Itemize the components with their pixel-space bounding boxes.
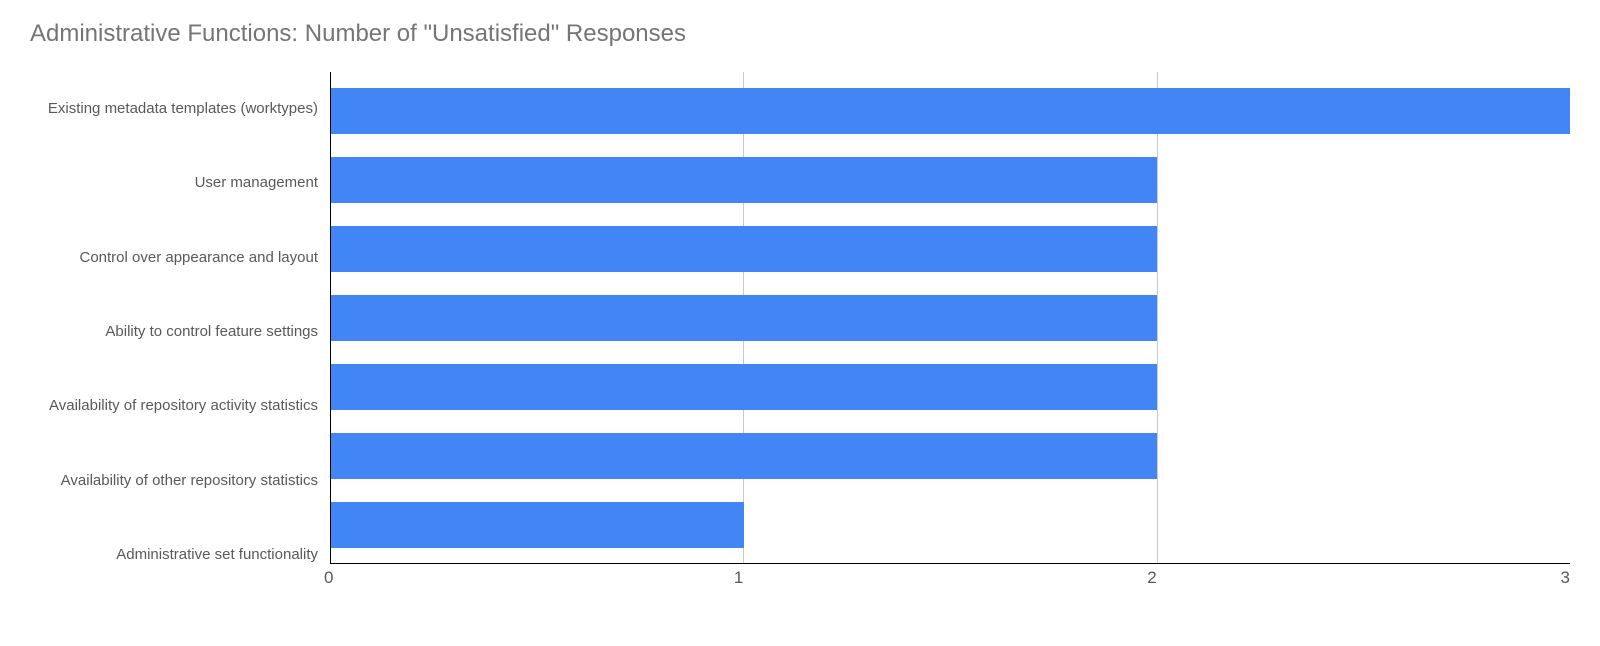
y-axis-label: Availability of other repository statist… bbox=[30, 447, 318, 515]
bar-row bbox=[331, 215, 1570, 283]
x-axis: 0 1 2 3 bbox=[330, 568, 1570, 588]
bars-container bbox=[331, 72, 1570, 563]
x-axis-tick: 1 bbox=[330, 568, 743, 588]
x-axis-tick: 2 bbox=[743, 568, 1156, 588]
y-axis-label: Existing metadata templates (worktypes) bbox=[30, 75, 318, 143]
bar bbox=[331, 364, 1157, 410]
bar bbox=[331, 157, 1157, 203]
bar bbox=[331, 295, 1157, 341]
bar bbox=[331, 502, 744, 548]
y-axis-label: Ability to control feature settings bbox=[30, 298, 318, 366]
bar-row bbox=[331, 146, 1570, 214]
bar bbox=[331, 226, 1157, 272]
y-axis-label: User management bbox=[30, 149, 318, 217]
chart-title: Administrative Functions: Number of "Uns… bbox=[30, 20, 1570, 48]
y-axis-label: Administrative set functionality bbox=[30, 521, 318, 589]
bar bbox=[331, 88, 1570, 134]
bar-row bbox=[331, 284, 1570, 352]
plot-wrap: Existing metadata templates (worktypes) … bbox=[30, 72, 1570, 592]
bar bbox=[331, 433, 1157, 479]
y-axis-label: Control over appearance and layout bbox=[30, 224, 318, 292]
bar-row bbox=[331, 422, 1570, 490]
bar-row bbox=[331, 353, 1570, 421]
y-axis-label: Availability of repository activity stat… bbox=[30, 372, 318, 440]
bar-chart: Administrative Functions: Number of "Uns… bbox=[30, 20, 1570, 626]
plot-area bbox=[330, 72, 1570, 564]
bar-row bbox=[331, 491, 1570, 559]
y-axis: Existing metadata templates (worktypes) … bbox=[30, 72, 330, 592]
x-axis-tick: 3 bbox=[1157, 568, 1570, 588]
bar-row bbox=[331, 77, 1570, 145]
